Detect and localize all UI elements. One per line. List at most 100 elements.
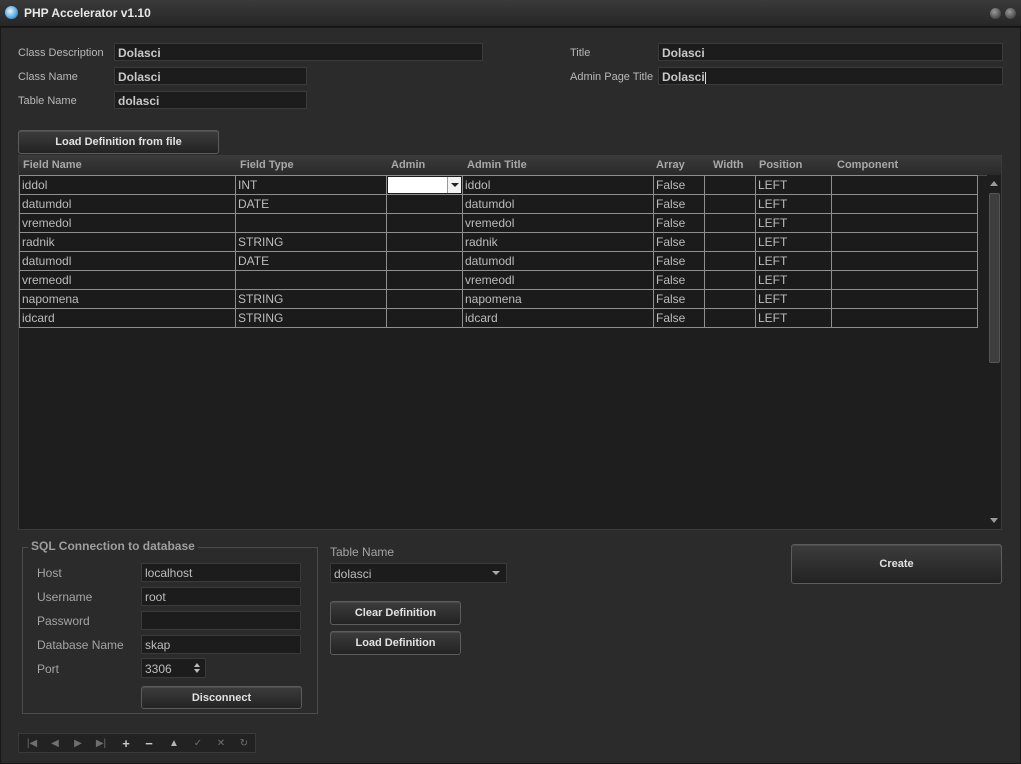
position-cell[interactable]: LEFT <box>755 213 832 233</box>
component-cell[interactable] <box>831 213 978 233</box>
field-name-cell[interactable]: iddol <box>19 175 236 195</box>
admin-cell[interactable] <box>386 232 463 252</box>
admin-combo-editor[interactable] <box>388 177 461 193</box>
class-name-field[interactable]: Dolasci <box>114 67 307 85</box>
array-cell[interactable]: False <box>653 194 705 214</box>
scroll-up-icon[interactable] <box>990 181 998 186</box>
column-header[interactable]: Width <box>713 159 743 171</box>
column-header[interactable]: Admin Title <box>467 159 527 171</box>
table-row[interactable]: datumodl DATE datumodl False LEFT <box>19 251 978 271</box>
column-header[interactable]: Component <box>837 159 898 171</box>
close-button[interactable] <box>1005 8 1016 19</box>
field-type-cell[interactable]: STRING <box>235 308 387 328</box>
width-cell[interactable] <box>704 213 756 233</box>
position-cell[interactable]: LEFT <box>755 289 832 309</box>
password-field[interactable] <box>141 611 301 630</box>
table-row[interactable]: iddol INT iddol False LEFT <box>19 175 978 195</box>
component-cell[interactable] <box>831 232 978 252</box>
field-type-cell[interactable]: STRING <box>235 289 387 309</box>
field-type-cell[interactable] <box>235 213 387 233</box>
admin-title-cell[interactable]: vremedol <box>462 213 654 233</box>
host-field[interactable]: localhost <box>141 563 301 582</box>
admin-title-cell[interactable]: napomena <box>462 289 654 309</box>
array-cell[interactable]: False <box>653 175 705 195</box>
table-row[interactable]: radnik STRING radnik False LEFT <box>19 232 978 252</box>
table-name-field[interactable]: dolasci <box>114 91 307 109</box>
admin-cell[interactable] <box>386 308 463 328</box>
chevron-down-icon[interactable] <box>447 177 461 193</box>
grid-vertical-scrollbar[interactable] <box>987 175 1001 529</box>
admin-title-cell[interactable]: iddol <box>462 175 654 195</box>
field-type-cell[interactable]: STRING <box>235 232 387 252</box>
column-header[interactable]: Position <box>759 159 802 171</box>
table-row[interactable]: vremeodl vremeodl False LEFT <box>19 270 978 290</box>
fields-grid[interactable]: Field Name Field Type Admin Admin Title … <box>18 155 1002 530</box>
field-type-cell[interactable] <box>235 270 387 290</box>
field-name-cell[interactable]: datumdol <box>19 194 236 214</box>
admin-title-cell[interactable]: vremeodl <box>462 270 654 290</box>
scroll-down-icon[interactable] <box>990 518 998 523</box>
port-stepper[interactable]: 3306 <box>141 658 206 678</box>
admin-cell[interactable] <box>386 213 463 233</box>
array-cell[interactable]: False <box>653 270 705 290</box>
last-icon[interactable]: ▶| <box>90 736 112 750</box>
admin-title-cell[interactable]: datumodl <box>462 251 654 271</box>
position-cell[interactable]: LEFT <box>755 308 832 328</box>
column-header[interactable]: Field Type <box>240 159 294 171</box>
width-cell[interactable] <box>704 175 756 195</box>
spin-down-icon[interactable] <box>194 669 200 673</box>
insert-icon[interactable]: + <box>115 736 137 751</box>
field-name-cell[interactable]: napomena <box>19 289 236 309</box>
array-cell[interactable]: False <box>653 308 705 328</box>
table-name-select[interactable]: dolasci <box>330 563 507 583</box>
position-cell[interactable]: LEFT <box>755 194 832 214</box>
component-cell[interactable] <box>831 308 978 328</box>
column-header[interactable]: Admin <box>391 159 425 171</box>
clear-definition-button[interactable]: Clear Definition <box>330 601 461 625</box>
cancel-icon[interactable]: ✕ <box>210 736 232 750</box>
field-type-cell[interactable]: DATE <box>235 194 387 214</box>
field-name-cell[interactable]: datumodl <box>19 251 236 271</box>
field-name-cell[interactable]: radnik <box>19 232 236 252</box>
admin-cell[interactable] <box>386 289 463 309</box>
array-cell[interactable]: False <box>653 213 705 233</box>
column-header[interactable]: Array <box>656 159 685 171</box>
array-cell[interactable]: False <box>653 232 705 252</box>
component-cell[interactable] <box>831 270 978 290</box>
first-icon[interactable]: |◀ <box>21 736 43 750</box>
position-cell[interactable]: LEFT <box>755 232 832 252</box>
width-cell[interactable] <box>704 308 756 328</box>
username-field[interactable]: root <box>141 587 301 606</box>
edit-icon[interactable]: ▲ <box>163 736 185 750</box>
width-cell[interactable] <box>704 270 756 290</box>
admin-title-cell[interactable]: radnik <box>462 232 654 252</box>
field-name-cell[interactable]: vremedol <box>19 213 236 233</box>
position-cell[interactable]: LEFT <box>755 175 832 195</box>
admin-cell[interactable] <box>386 270 463 290</box>
array-cell[interactable]: False <box>653 251 705 271</box>
array-cell[interactable]: False <box>653 289 705 309</box>
disconnect-button[interactable]: Disconnect <box>141 686 302 709</box>
admin-title-cell[interactable]: idcard <box>462 308 654 328</box>
spin-up-icon[interactable] <box>194 663 200 667</box>
field-type-cell[interactable]: DATE <box>235 251 387 271</box>
admin-page-title-field[interactable]: Dolasci <box>658 67 1003 85</box>
post-icon[interactable]: ✓ <box>187 736 209 750</box>
table-row[interactable]: idcard STRING idcard False LEFT <box>19 308 978 328</box>
delete-icon[interactable]: − <box>138 736 160 751</box>
table-row[interactable]: napomena STRING napomena False LEFT <box>19 289 978 309</box>
scroll-thumb[interactable] <box>989 193 1000 363</box>
prior-icon[interactable]: ◀ <box>44 736 66 750</box>
field-type-cell[interactable]: INT <box>235 175 387 195</box>
width-cell[interactable] <box>704 251 756 271</box>
minimize-button[interactable] <box>990 8 1001 19</box>
table-row[interactable]: vremedol vremedol False LEFT <box>19 213 978 233</box>
column-header[interactable]: Field Name <box>23 159 82 171</box>
load-definition-button[interactable]: Load Definition <box>330 631 461 655</box>
position-cell[interactable]: LEFT <box>755 270 832 290</box>
load-definition-from-file-button[interactable]: Load Definition from file <box>18 130 219 154</box>
class-description-field[interactable]: Dolasci <box>114 43 483 61</box>
component-cell[interactable] <box>831 194 978 214</box>
position-cell[interactable]: LEFT <box>755 251 832 271</box>
component-cell[interactable] <box>831 289 978 309</box>
